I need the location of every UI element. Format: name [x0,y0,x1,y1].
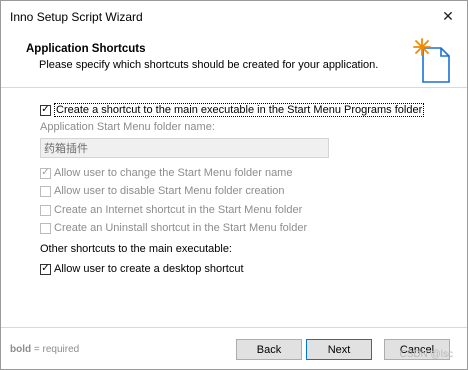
desktop-shortcut-option[interactable]: ✓ Allow user to create a desktop shortcu… [40,261,244,277]
uninstall-shortcut-label: Create an Uninstall shortcut in the Star… [54,222,308,234]
folder-name-input[interactable] [40,138,329,158]
folder-name-label: Application Start Menu folder name: [40,121,215,133]
title-bar: Inno Setup Script Wizard ✕ [1,1,467,31]
other-shortcuts-label: Other shortcuts to the main executable: [40,243,232,255]
start-menu-shortcut-checkbox[interactable]: ✓ [40,104,51,116]
internet-shortcut-option[interactable]: Create an Internet shortcut in the Start… [40,202,302,218]
uninstall-shortcut-option[interactable]: Create an Uninstall shortcut in the Star… [40,220,307,236]
internet-shortcut-checkbox[interactable] [40,204,51,216]
uninstall-shortcut-checkbox[interactable] [40,222,51,234]
start-menu-shortcut-label: Create a shortcut to the main executable… [54,103,425,117]
desktop-shortcut-checkbox[interactable]: ✓ [40,263,51,275]
wizard-document-icon [413,38,450,83]
required-legend-bold: bold [10,344,32,355]
allow-change-folder-checkbox[interactable]: ✓ [40,167,51,179]
required-legend-text: = required [31,344,80,355]
close-button[interactable]: ✕ [437,6,459,26]
required-legend: bold = required [10,344,79,355]
allow-disable-folder-checkbox[interactable] [40,185,51,197]
internet-shortcut-label: Create an Internet shortcut in the Start… [54,204,303,216]
page-title: Application Shortcuts [26,43,146,55]
back-button[interactable]: Back [236,339,302,360]
allow-change-folder-option[interactable]: ✓ Allow user to change the Start Menu fo… [40,165,292,181]
watermark: CSDN @lsc [399,349,454,360]
allow-disable-folder-option[interactable]: Allow user to disable Start Menu folder … [40,183,285,199]
page-header: Application Shortcuts Please specify whi… [1,31,467,86]
page-description: Please specify which shortcuts should be… [39,59,379,71]
allow-disable-folder-label: Allow user to disable Start Menu folder … [54,185,285,197]
close-icon: ✕ [442,7,454,24]
start-menu-shortcut-option[interactable]: ✓ Create a shortcut to the main executab… [40,102,425,118]
window-title: Inno Setup Script Wizard [10,10,143,24]
wizard-window: Inno Setup Script Wizard ✕ Application S… [0,0,468,370]
allow-change-folder-label: Allow user to change the Start Menu fold… [54,167,293,179]
next-button[interactable]: Next [306,339,372,360]
desktop-shortcut-label: Allow user to create a desktop shortcut [54,263,244,275]
header-divider [1,87,467,88]
footer-divider [1,327,467,328]
